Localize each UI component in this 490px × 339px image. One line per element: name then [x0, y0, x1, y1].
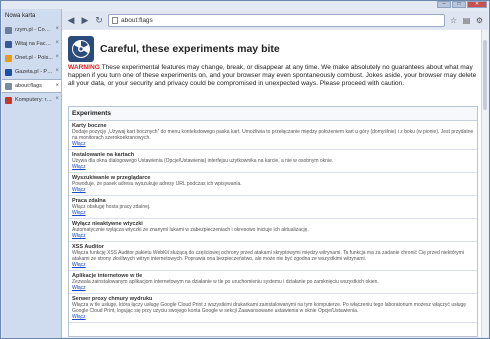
enable-experiment-link[interactable]: Włącz: [72, 262, 474, 268]
warning-text: These experimental features may change, …: [68, 64, 477, 88]
tab-label: Komputery: re...: [15, 97, 53, 103]
close-tab-icon[interactable]: ×: [55, 68, 59, 74]
experiment-description: Włącza funkcję XSS Auditor pakietu WebKi…: [72, 250, 464, 262]
close-tab-icon[interactable]: ×: [55, 83, 59, 89]
close-window-button[interactable]: ✕: [467, 1, 487, 8]
page-header: Careful, these experiments may bite: [62, 30, 488, 64]
close-tab-icon[interactable]: ×: [55, 26, 59, 32]
tab-label: Onet.pl - Pols...: [15, 55, 53, 61]
experiment-item: Aplikacje internetowe w tle Zezwala zains…: [69, 271, 477, 294]
favicon-icon: [5, 54, 12, 62]
favicon-icon: [5, 96, 12, 104]
warning-paragraph: WARNING These experimental features may …: [62, 64, 488, 89]
experiment-item: Praca zdalna Włącz obsługę hosta pracy zd…: [69, 196, 477, 219]
address-bar-url: about:flags: [121, 16, 153, 24]
favicon-icon: [5, 40, 12, 48]
sidebar-tab[interactable]: Komputery: re... ×: [2, 93, 61, 107]
enable-experiment-link[interactable]: Włącz: [72, 314, 474, 320]
tab-label: about:flags: [15, 83, 42, 89]
enable-experiment-link[interactable]: Włącz: [72, 210, 474, 216]
side-tab-strip: Nowa karta rzym.pl - Codz... × Witaj na Fa…: [2, 9, 62, 338]
radiation-warning-icon: [68, 36, 94, 62]
enable-experiment-link[interactable]: Włącz: [72, 141, 474, 147]
vertical-scrollbar[interactable]: [481, 30, 488, 337]
experiment-item: Karty boczne Dodaje pozycję „Używaj kart …: [69, 121, 477, 150]
new-tab-button[interactable]: Nowa karta: [2, 9, 61, 23]
sidebar-tab[interactable]: Witaj na Face... ×: [2, 37, 61, 51]
page-content: Careful, these experiments may bite WARN…: [62, 30, 488, 337]
sidebar-tab[interactable]: rzym.pl - Codz... ×: [2, 23, 61, 37]
wrench-icon[interactable]: ⚙: [475, 16, 484, 25]
experiment-item: XSS Auditor Włącza funkcję XSS Auditor pa…: [69, 242, 477, 271]
experiment-item: Wyłącz nieaktywne wtyczki Automatycznie w…: [69, 219, 477, 242]
address-bar[interactable]: about:flags: [108, 13, 445, 27]
star-icon[interactable]: ☆: [449, 16, 458, 25]
sidebar-tab[interactable]: about:flags ×: [2, 79, 61, 93]
experiment-item: Wyszukiwanie w przeglądarce Powoduje, że …: [69, 173, 477, 196]
forward-button[interactable]: ▶: [80, 15, 90, 26]
page-menu-icon[interactable]: ▤: [462, 16, 471, 25]
browser-window: – □ ✕ Nowa karta rzym.pl - Codz... × Witaj…: [0, 0, 490, 339]
maximize-button[interactable]: □: [452, 1, 466, 8]
enable-experiment-link[interactable]: Włącz: [72, 233, 474, 239]
experiments-panel: Experiments Karty boczne Dodaje pozycję „…: [68, 106, 478, 337]
experiment-description: Włącza w tle usługę, która łączy usługę …: [72, 302, 467, 314]
experiment-item: Serwer proxy chmury wydruku Włącza w tle …: [69, 294, 477, 323]
page-icon: [112, 16, 118, 24]
new-tab-label: Nowa karta: [5, 13, 36, 19]
favicon-icon: [5, 82, 12, 90]
experiments-heading: Experiments: [69, 107, 477, 121]
enable-experiment-link[interactable]: Włącz: [72, 187, 474, 193]
favicon-icon: [5, 26, 12, 34]
scrollbar-thumb[interactable]: [483, 40, 487, 110]
enable-experiment-link[interactable]: Włącz: [72, 285, 474, 291]
back-button[interactable]: ◀: [66, 15, 76, 26]
enable-experiment-link[interactable]: Włącz: [72, 164, 474, 170]
tab-label: Witaj na Face...: [15, 41, 53, 47]
toolbar: ◀ ▶ ↻ about:flags ☆ ▤ ⚙: [62, 11, 488, 29]
sidebar-tab[interactable]: Gazeta.pl - Po... ×: [2, 65, 61, 79]
close-tab-icon[interactable]: ×: [55, 54, 59, 60]
tab-label: Gazeta.pl - Po...: [15, 69, 53, 75]
favicon-icon: [5, 68, 12, 76]
window-controls: – □ ✕: [437, 1, 487, 8]
sidebar-tab[interactable]: Onet.pl - Pols... ×: [2, 51, 61, 65]
experiment-item: Instalowanie na kartach Używa dla okna di…: [69, 150, 477, 173]
warning-lead: WARNING: [68, 64, 100, 71]
page-title: Careful, these experiments may bite: [100, 43, 280, 55]
minimize-button[interactable]: –: [437, 1, 451, 8]
close-tab-icon[interactable]: ×: [55, 40, 59, 46]
reload-button[interactable]: ↻: [94, 15, 104, 26]
close-tab-icon[interactable]: ×: [55, 96, 59, 102]
experiment-description: Dodaje pozycję „Używaj kart bocznych” do…: [72, 129, 474, 141]
tab-label: rzym.pl - Codz...: [15, 27, 53, 33]
